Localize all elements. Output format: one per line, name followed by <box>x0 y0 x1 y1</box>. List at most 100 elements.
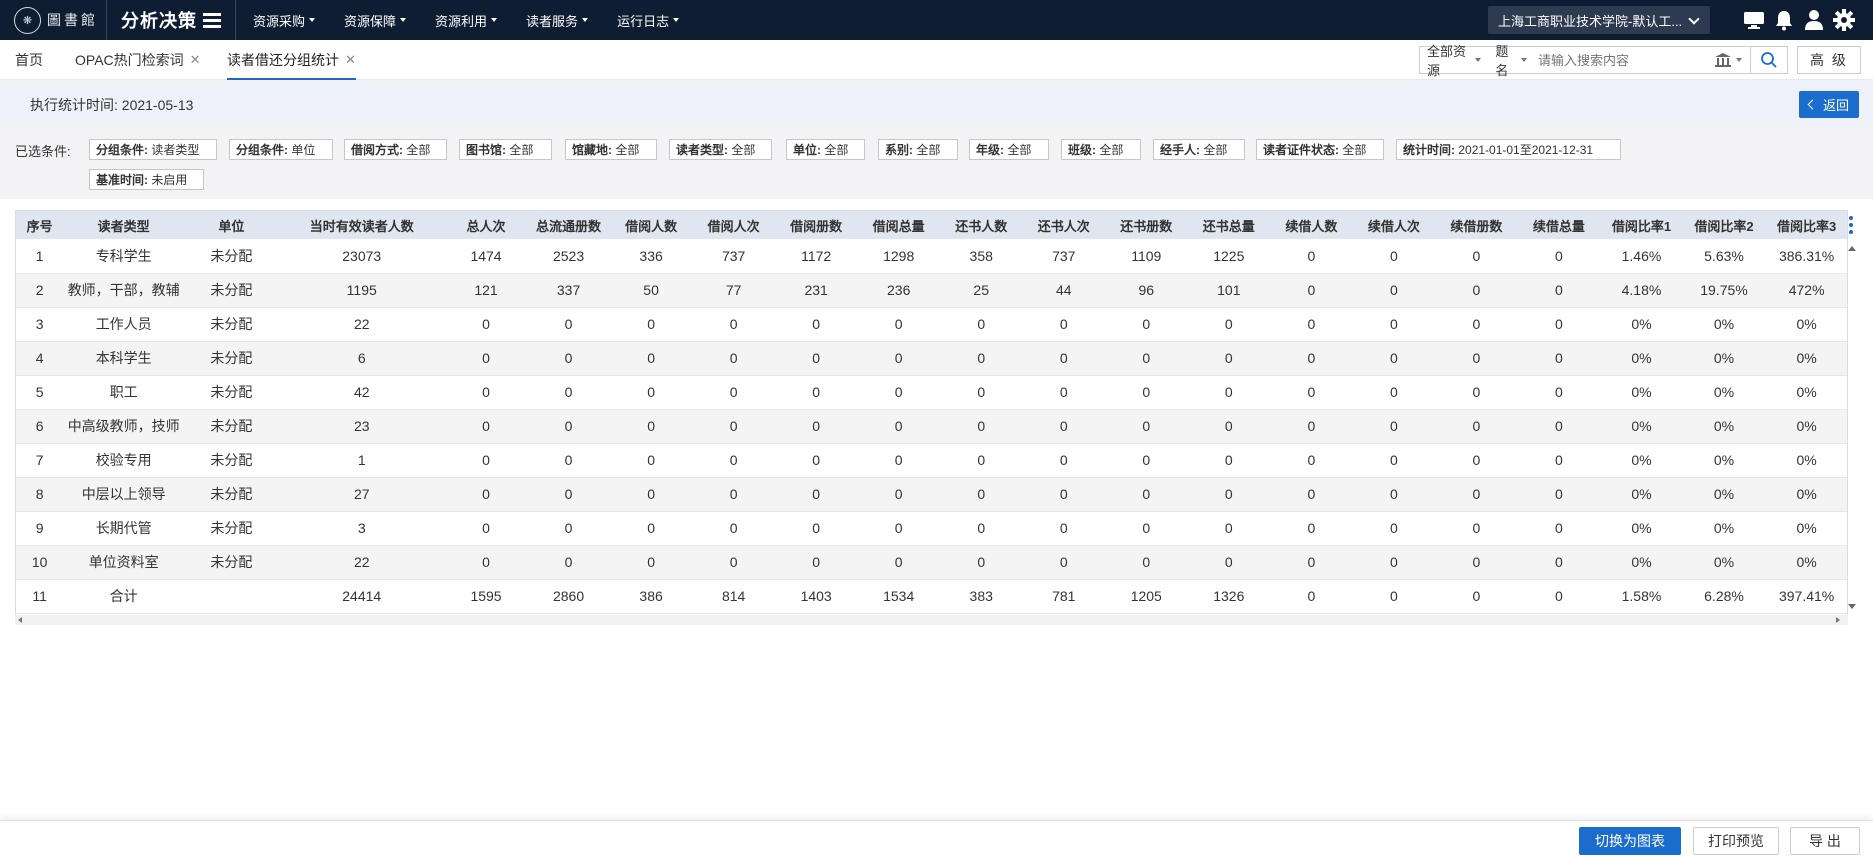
nav-item-resource-usage[interactable]: 资源利用 <box>418 0 509 40</box>
back-button[interactable]: 返回 <box>1799 91 1859 118</box>
column-header[interactable]: 还书人数 <box>939 211 1023 239</box>
organization-select[interactable]: 上海工商职业技术学院-默认工... <box>1488 6 1710 34</box>
column-header[interactable]: 还书人次 <box>1022 211 1106 239</box>
nav-item-run-log[interactable]: 运行日志 <box>600 0 691 40</box>
table-cell: 0 <box>444 409 528 444</box>
advanced-search-button[interactable]: 高 级 <box>1797 46 1861 74</box>
close-tab-icon[interactable]: ✕ <box>345 52 356 68</box>
column-header[interactable]: 序号 <box>16 211 64 239</box>
table-cell: 未分配 <box>184 511 279 546</box>
column-settings-icon[interactable] <box>1849 216 1853 234</box>
column-header[interactable]: 总流通册数 <box>527 211 610 239</box>
column-header[interactable]: 单位 <box>184 211 279 239</box>
table-row[interactable]: 9 长期代管 未分配 3 0 0 0 0 0 0 0 0 0 0 0 0 0 0 0% 0% 0% <box>16 511 1847 546</box>
table-cell: 472% <box>1765 273 1847 308</box>
table-row[interactable]: 1 专科学生 未分配 23073 1474 2523 336 737 1172 1298 358 73… <box>16 239 1847 274</box>
column-header[interactable]: 续借人次 <box>1352 211 1436 239</box>
table-cell: 0 <box>1352 409 1436 444</box>
scroll-up-arrow-icon[interactable] <box>1848 246 1856 251</box>
bell-icon[interactable] <box>1772 8 1796 32</box>
nav-item-reader-service[interactable]: 读者服务 <box>509 0 600 40</box>
column-header[interactable]: 借阅人次 <box>692 211 775 239</box>
column-header[interactable]: 借阅总量 <box>857 211 940 239</box>
table-cell: 0% <box>1765 477 1847 512</box>
table-row[interactable]: 8 中层以上领导 未分配 27 0 0 0 0 0 0 0 0 0 0 0 0 0 0 0% 0% 0% <box>16 477 1847 512</box>
table-cell: 0 <box>1435 579 1518 614</box>
info-bar: 执行统计时间: 2021-05-13 返回 <box>0 80 1873 127</box>
column-header[interactable]: 读者类型 <box>63 211 185 239</box>
condition-chip: 班级: 全部 <box>1061 139 1141 160</box>
column-header[interactable]: 还书总量 <box>1187 211 1271 239</box>
table-cell: 0 <box>692 307 775 342</box>
column-header[interactable]: 当时有效读者人数 <box>278 211 445 239</box>
search-button[interactable] <box>1750 46 1788 74</box>
table-cell: 0 <box>939 477 1023 512</box>
search-field-select[interactable]: 题名 <box>1488 44 1534 78</box>
table-cell: 42 <box>278 375 445 410</box>
close-tab-icon[interactable]: ✕ <box>190 52 201 68</box>
table-cell: 0 <box>1517 341 1601 376</box>
export-button[interactable]: 导 出 <box>1790 827 1860 855</box>
table-cell: 0 <box>1105 443 1188 478</box>
table-cell: 0 <box>1105 341 1188 376</box>
column-header[interactable]: 续借总量 <box>1517 211 1601 239</box>
table-row[interactable]: 3 工作人员 未分配 22 0 0 0 0 0 0 0 0 0 0 0 0 0 0 0% 0% 0% <box>16 307 1847 342</box>
column-header[interactable]: 借阅人数 <box>609 211 693 239</box>
table-cell: 0 <box>1352 579 1436 614</box>
vertical-scrollbar[interactable] <box>1845 210 1859 625</box>
table-row[interactable]: 10 单位资料室 未分配 22 0 0 0 0 0 0 0 0 0 0 0 0 0 0 0% 0% 0% <box>16 545 1847 580</box>
tab-reader-borrow-return-stats[interactable]: 读者借还分组统计 ✕ <box>227 40 356 80</box>
condition-chip: 借阅方式: 全部 <box>344 139 447 160</box>
table-row[interactable]: 7 校验专用 未分配 1 0 0 0 0 0 0 0 0 0 0 0 0 0 0 0% 0% 0% <box>16 443 1847 478</box>
table-cell: 1205 <box>1105 579 1188 614</box>
table-cell: 1326 <box>1187 579 1271 614</box>
table-cell: 0 <box>1435 239 1518 274</box>
library-logo[interactable]: ❋ 圖書館 <box>0 0 106 40</box>
table-cell: 0 <box>1187 341 1271 376</box>
table-row[interactable]: 11 合计 24414 1595 2860 386 814 1403 1534 383 781 120… <box>16 579 1847 614</box>
nav-item-resource-guarantee[interactable]: 资源保障 <box>327 0 418 40</box>
column-header[interactable]: 借阅比率1 <box>1600 211 1683 239</box>
print-preview-button[interactable]: 打印预览 <box>1693 827 1779 855</box>
scroll-down-arrow-icon[interactable] <box>1848 604 1856 609</box>
table-row[interactable]: 5 职工 未分配 42 0 0 0 0 0 0 0 0 0 0 0 0 0 0 0% 0% 0% <box>16 375 1847 410</box>
table-cell: 0 <box>1270 273 1353 308</box>
table-cell: 2523 <box>527 239 610 274</box>
user-icon[interactable] <box>1802 8 1826 32</box>
table-cell: 0 <box>1352 341 1436 376</box>
resource-scope-select[interactable]: 全部资源 <box>1420 44 1488 78</box>
nav-item-resource-purchase[interactable]: 资源采购 <box>236 0 327 40</box>
table-cell: 0 <box>1270 307 1353 342</box>
scroll-right-arrow-icon[interactable] <box>1836 617 1840 623</box>
scroll-left-arrow-icon[interactable] <box>18 617 22 623</box>
table-row[interactable]: 6 中高级教师，技师 未分配 23 0 0 0 0 0 0 0 0 0 0 0 0 0 0 0% 0% 0% <box>16 409 1847 444</box>
column-header[interactable]: 还书册数 <box>1105 211 1188 239</box>
monitor-icon[interactable] <box>1742 8 1766 32</box>
table-cell: 336 <box>609 239 693 274</box>
tab-opac-hot-search[interactable]: OPAC热门检索词 ✕ <box>75 40 201 80</box>
table-cell: 校验专用 <box>63 443 185 478</box>
search-input[interactable] <box>1534 48 1714 72</box>
table-row[interactable]: 2 教师，干部，教辅 未分配 1195 121 337 50 77 231 236 25 44 96 10… <box>16 273 1847 308</box>
table-cell: 0 <box>1435 511 1518 546</box>
column-header[interactable]: 借阅比率3 <box>1765 211 1847 239</box>
table-cell: 386 <box>609 579 693 614</box>
main-nav: 资源采购 资源保障 资源利用 读者服务 运行日志 <box>236 0 691 40</box>
table-cell: 1172 <box>774 239 858 274</box>
column-header[interactable]: 总人次 <box>444 211 528 239</box>
switch-to-chart-button[interactable]: 切换为图表 <box>1579 827 1681 855</box>
gear-icon[interactable] <box>1832 8 1856 32</box>
tab-home[interactable]: 首页 <box>15 40 43 80</box>
column-header[interactable]: 借阅比率2 <box>1682 211 1766 239</box>
table-cell: 25 <box>939 273 1023 308</box>
library-building-icon[interactable] <box>1714 52 1752 68</box>
app-title[interactable]: 分析决策 <box>107 7 235 33</box>
table-cell: 397.41% <box>1765 579 1847 614</box>
horizontal-scrollbar[interactable] <box>15 615 1848 625</box>
hamburger-menu-icon[interactable] <box>203 12 221 28</box>
column-header[interactable]: 续借册数 <box>1435 211 1518 239</box>
column-header[interactable]: 续借人数 <box>1270 211 1353 239</box>
table-cell: 0 <box>1435 545 1518 580</box>
column-header[interactable]: 借阅册数 <box>774 211 858 239</box>
table-row[interactable]: 4 本科学生 未分配 6 0 0 0 0 0 0 0 0 0 0 0 0 0 0 0% 0% 0% <box>16 341 1847 376</box>
